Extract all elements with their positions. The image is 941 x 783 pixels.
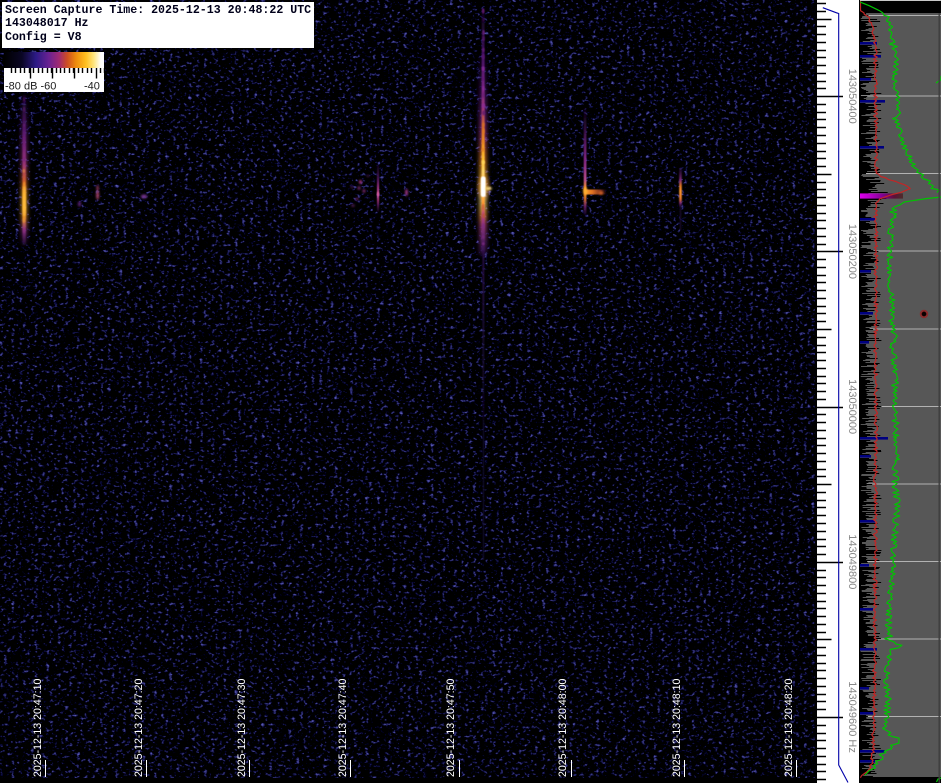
svg-text:-80 dB -60: -80 dB -60 xyxy=(5,81,56,93)
svg-text:143050200: 143050200 xyxy=(846,224,858,279)
svg-text:143050000: 143050000 xyxy=(846,379,858,434)
svg-text:143049600 Hz: 143049600 Hz xyxy=(846,681,858,753)
svg-text:-40: -40 xyxy=(84,81,100,93)
svg-text:143050400: 143050400 xyxy=(846,69,858,124)
svg-text:143049800: 143049800 xyxy=(846,534,858,589)
